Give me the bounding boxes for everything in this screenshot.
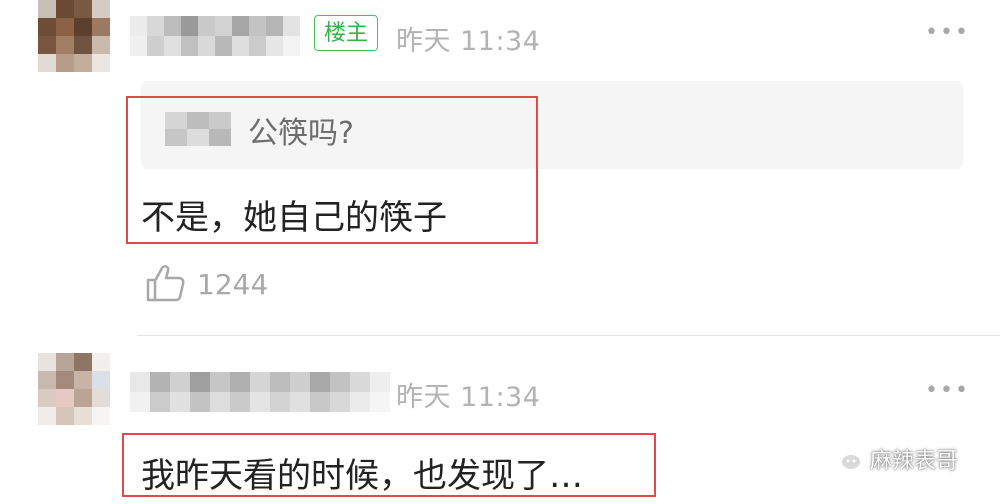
avatar[interactable] — [38, 0, 110, 72]
avatar[interactable] — [38, 353, 110, 425]
username-blurred[interactable] — [130, 16, 300, 56]
divider — [137, 335, 1000, 336]
thumbs-up-icon[interactable] — [144, 262, 186, 304]
wechat-icon — [827, 445, 862, 471]
like-count: 1244 — [197, 268, 269, 301]
more-options-icon[interactable]: ••• — [925, 20, 970, 45]
watermark-text: 麻辣表哥 — [870, 449, 959, 474]
username-blurred[interactable] — [130, 372, 390, 412]
comment-time: 昨天 11:34 — [396, 382, 541, 413]
comment-time: 昨天 11:34 — [396, 26, 541, 57]
highlight-box — [122, 433, 656, 497]
highlight-box — [126, 96, 538, 244]
watermark: 麻辣表哥 — [826, 443, 958, 475]
more-options-icon[interactable]: ••• — [925, 378, 970, 403]
author-badge: 楼主 — [314, 15, 379, 51]
